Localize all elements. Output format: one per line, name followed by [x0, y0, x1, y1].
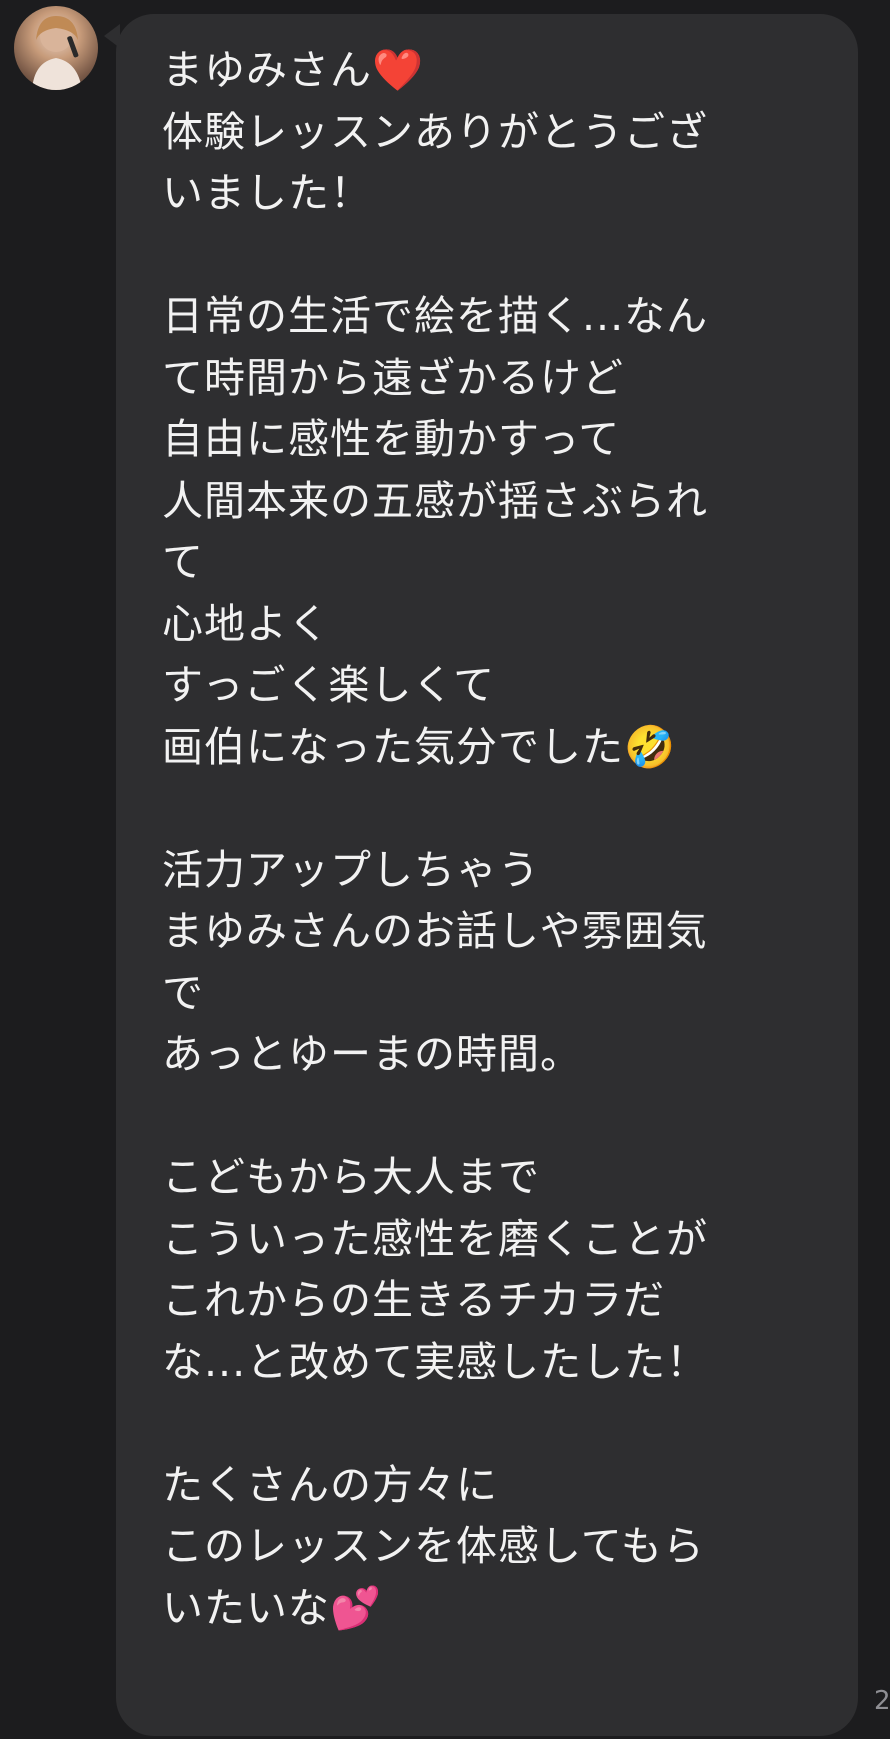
sender-avatar[interactable]: [14, 6, 98, 90]
message-timestamp: 2: [874, 1686, 890, 1716]
avatar-photo-icon: [32, 16, 82, 90]
chat-view: まゆみさん❤️ 体験レッスンありがとうござ いました！ 日常の生活で絵を描く..…: [0, 0, 890, 1739]
message-text: まゆみさん❤️ 体験レッスンありがとうござ いました！ 日常の生活で絵を描く..…: [162, 46, 709, 1632]
